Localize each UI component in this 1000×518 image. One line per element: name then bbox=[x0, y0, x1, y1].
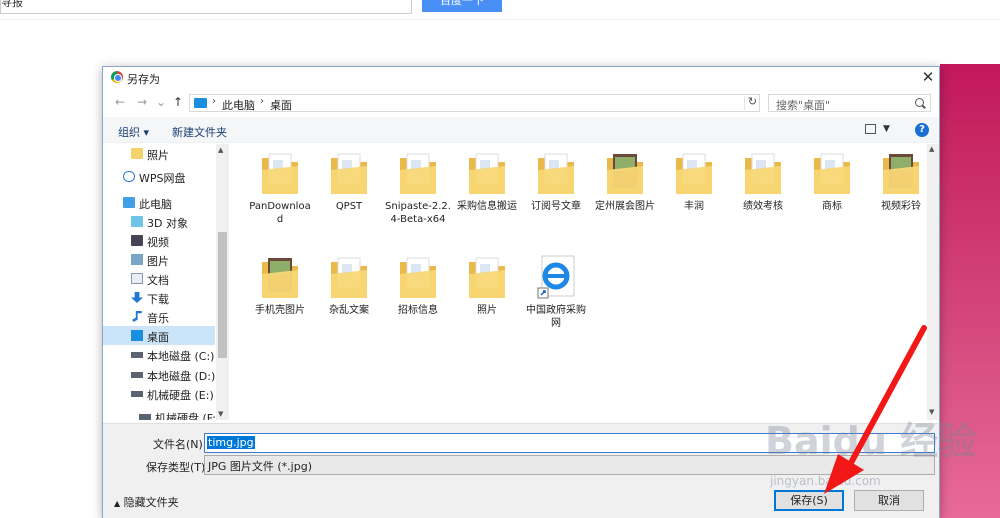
red-arrow-annotation bbox=[824, 325, 927, 494]
